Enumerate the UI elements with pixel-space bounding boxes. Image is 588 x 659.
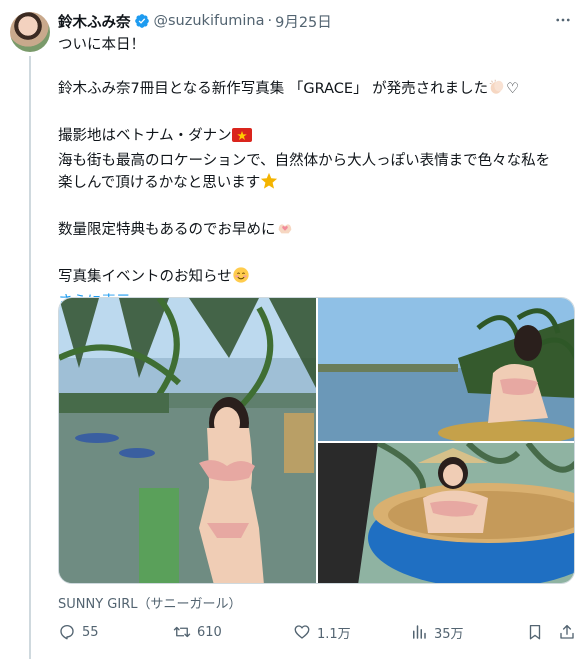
view-count: 35万 [434,626,464,642]
vietnam-flag-icon [231,127,252,150]
tweet-line-7: 楽しんで頂けるかなと思います [58,172,573,197]
thread-line [29,56,31,659]
tweet-line-6: 海も街も最高のロケーションで、自然体から大人っぽい表情まで色々な私を [58,153,551,169]
tweet-line-9-text: 数量限定特典もあるのでお早めに [58,222,276,238]
more-horizontal-icon[interactable] [552,10,574,30]
photo-2[interactable] [318,298,574,441]
share-button[interactable] [558,620,576,644]
share-icon [560,624,574,639]
retweet-icon [173,626,191,638]
verified-badge-icon [134,14,149,28]
star-icon [260,172,278,197]
tweet-line-11: 写真集イベントのお知らせ [58,266,573,291]
tweet-header: 鈴木ふみ奈 @suzukifumina · 9月25日 [58,10,332,32]
bar-chart-icon [413,625,426,639]
tweet-line-9: 数量限定特典もあるのでお早めに [58,219,573,244]
media-grid [58,297,575,584]
bookmark-icon [529,624,541,640]
tweet-line-3-text: 鈴木ふみ奈7冊目となる新作写真集 「GRACE」 が発売されました [58,81,489,97]
tweet-line-11-text: 写真集イベントのお知らせ [58,269,232,285]
heart-symbol: ♡ [506,81,520,97]
tweet-date[interactable]: 9月25日 [275,11,332,32]
tweet-line-1: ついに本日！ [58,37,145,53]
clapping-hands-icon [488,78,506,103]
photo-1[interactable] [59,298,316,583]
tweet-text: ついに本日！ 鈴木ふみ奈7冊目となる新作写真集 「GRACE」 が発売されました… [58,34,573,313]
smiling-face-icon [232,266,250,291]
retweet-button[interactable]: 610 [173,620,222,644]
retweet-count: 610 [197,624,222,640]
tweet-actions: 55 610 1.1万 35万 [58,620,578,644]
heart-icon [294,625,310,639]
like-count: 1.1万 [317,626,351,642]
views-button[interactable]: 35万 [410,620,464,644]
tweet-line-5-text: 撮影地はベトナム・ダナン [58,128,232,144]
reply-button[interactable]: 55 [58,620,99,644]
reply-count: 55 [82,624,99,640]
source-label[interactable]: SUNNY GIRL（サニーガール） [58,593,241,612]
like-button[interactable]: 1.1万 [293,620,351,644]
heart-hands-icon [276,219,294,244]
separator-dot: · [267,13,273,29]
avatar[interactable] [10,12,50,52]
author-handle[interactable]: @suzukifumina [154,13,265,29]
tweet-line-7-text: 楽しんで頂けるかなと思います [58,175,261,191]
tweet-line-5: 撮影地はベトナム・ダナン [58,125,573,150]
author-name[interactable]: 鈴木ふみ奈 [58,11,131,32]
bookmark-button[interactable] [526,620,544,644]
reply-icon [60,624,74,640]
photo-3[interactable] [318,443,574,583]
tweet-line-3: 鈴木ふみ奈7冊目となる新作写真集 「GRACE」 が発売されました ♡ [58,78,573,103]
